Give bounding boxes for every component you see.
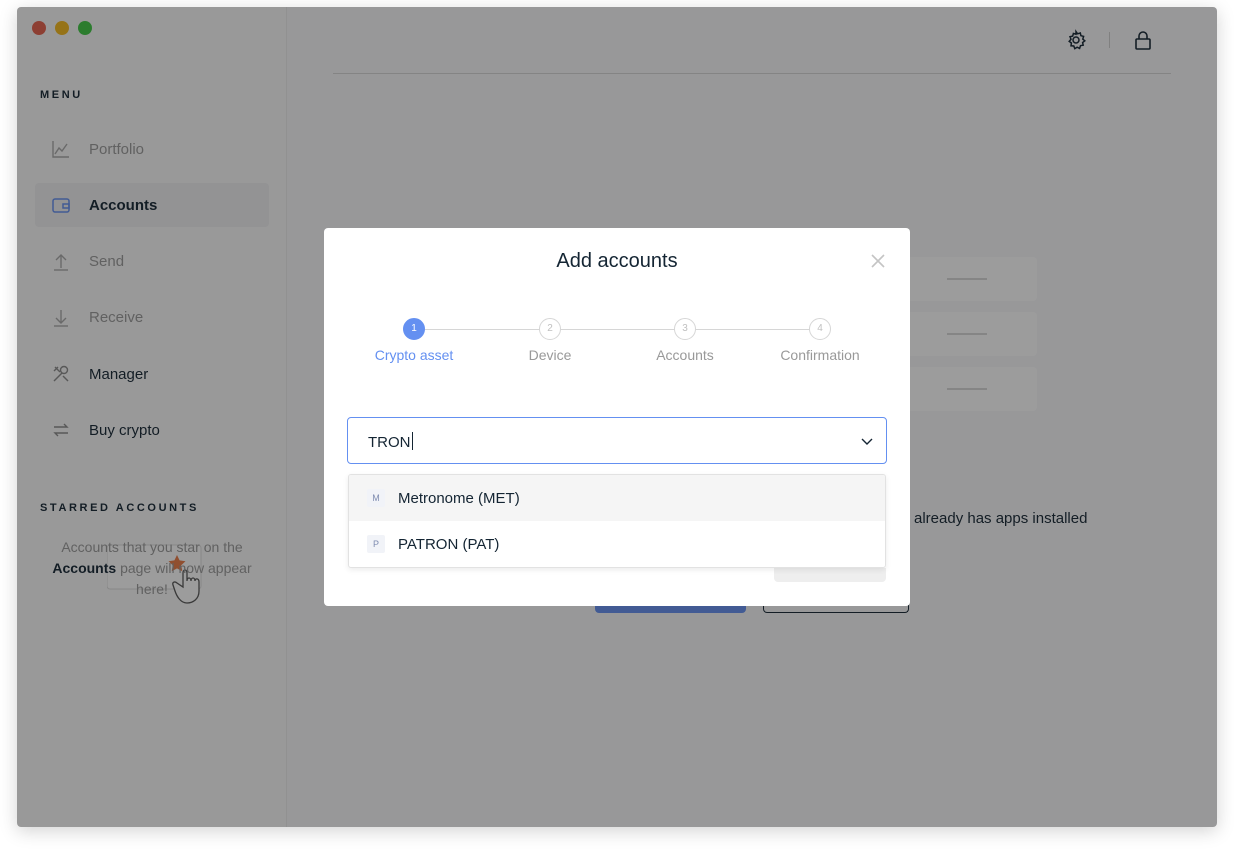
coin-icon: M xyxy=(367,489,385,507)
step-label: Confirmation xyxy=(780,347,860,363)
step-label: Device xyxy=(528,347,572,363)
text-caret xyxy=(411,432,413,450)
stepper: 1 Crypto asset 2 Device 3 Accounts 4 Con… xyxy=(347,318,889,368)
step-accounts: 3 Accounts xyxy=(620,318,750,363)
option-metronome[interactable]: M Metronome (MET) xyxy=(349,475,885,521)
add-accounts-modal: Add accounts 1 Crypto asset 2 Device 3 A… xyxy=(324,228,910,606)
app-window: MENU Portfolio Accounts Send Receive Man… xyxy=(17,7,1217,827)
step-label: Accounts xyxy=(656,347,714,363)
option-patron[interactable]: P PATRON (PAT) xyxy=(349,521,885,567)
modal-title: Add accounts xyxy=(556,250,678,272)
step-device: 2 Device xyxy=(485,318,615,363)
step-number: 2 xyxy=(539,318,561,340)
step-number: 3 xyxy=(674,318,696,340)
option-label: PATRON (PAT) xyxy=(398,535,500,553)
option-label: Metronome (MET) xyxy=(398,489,520,507)
crypto-options-list: M Metronome (MET) P PATRON (PAT) xyxy=(348,474,886,568)
step-confirmation: 4 Confirmation xyxy=(755,318,885,363)
step-number: 4 xyxy=(809,318,831,340)
step-crypto-asset: 1 Crypto asset xyxy=(349,318,479,363)
step-number: 1 xyxy=(403,318,425,340)
crypto-search-input[interactable]: TRON xyxy=(368,432,413,451)
step-label: Crypto asset xyxy=(374,347,454,363)
chevron-down-icon[interactable] xyxy=(860,434,874,448)
search-value: TRON xyxy=(368,434,411,451)
coin-icon: P xyxy=(367,535,385,553)
crypto-asset-select[interactable]: TRON xyxy=(347,417,887,464)
close-icon[interactable] xyxy=(870,253,886,269)
continue-button-disabled xyxy=(774,568,886,582)
